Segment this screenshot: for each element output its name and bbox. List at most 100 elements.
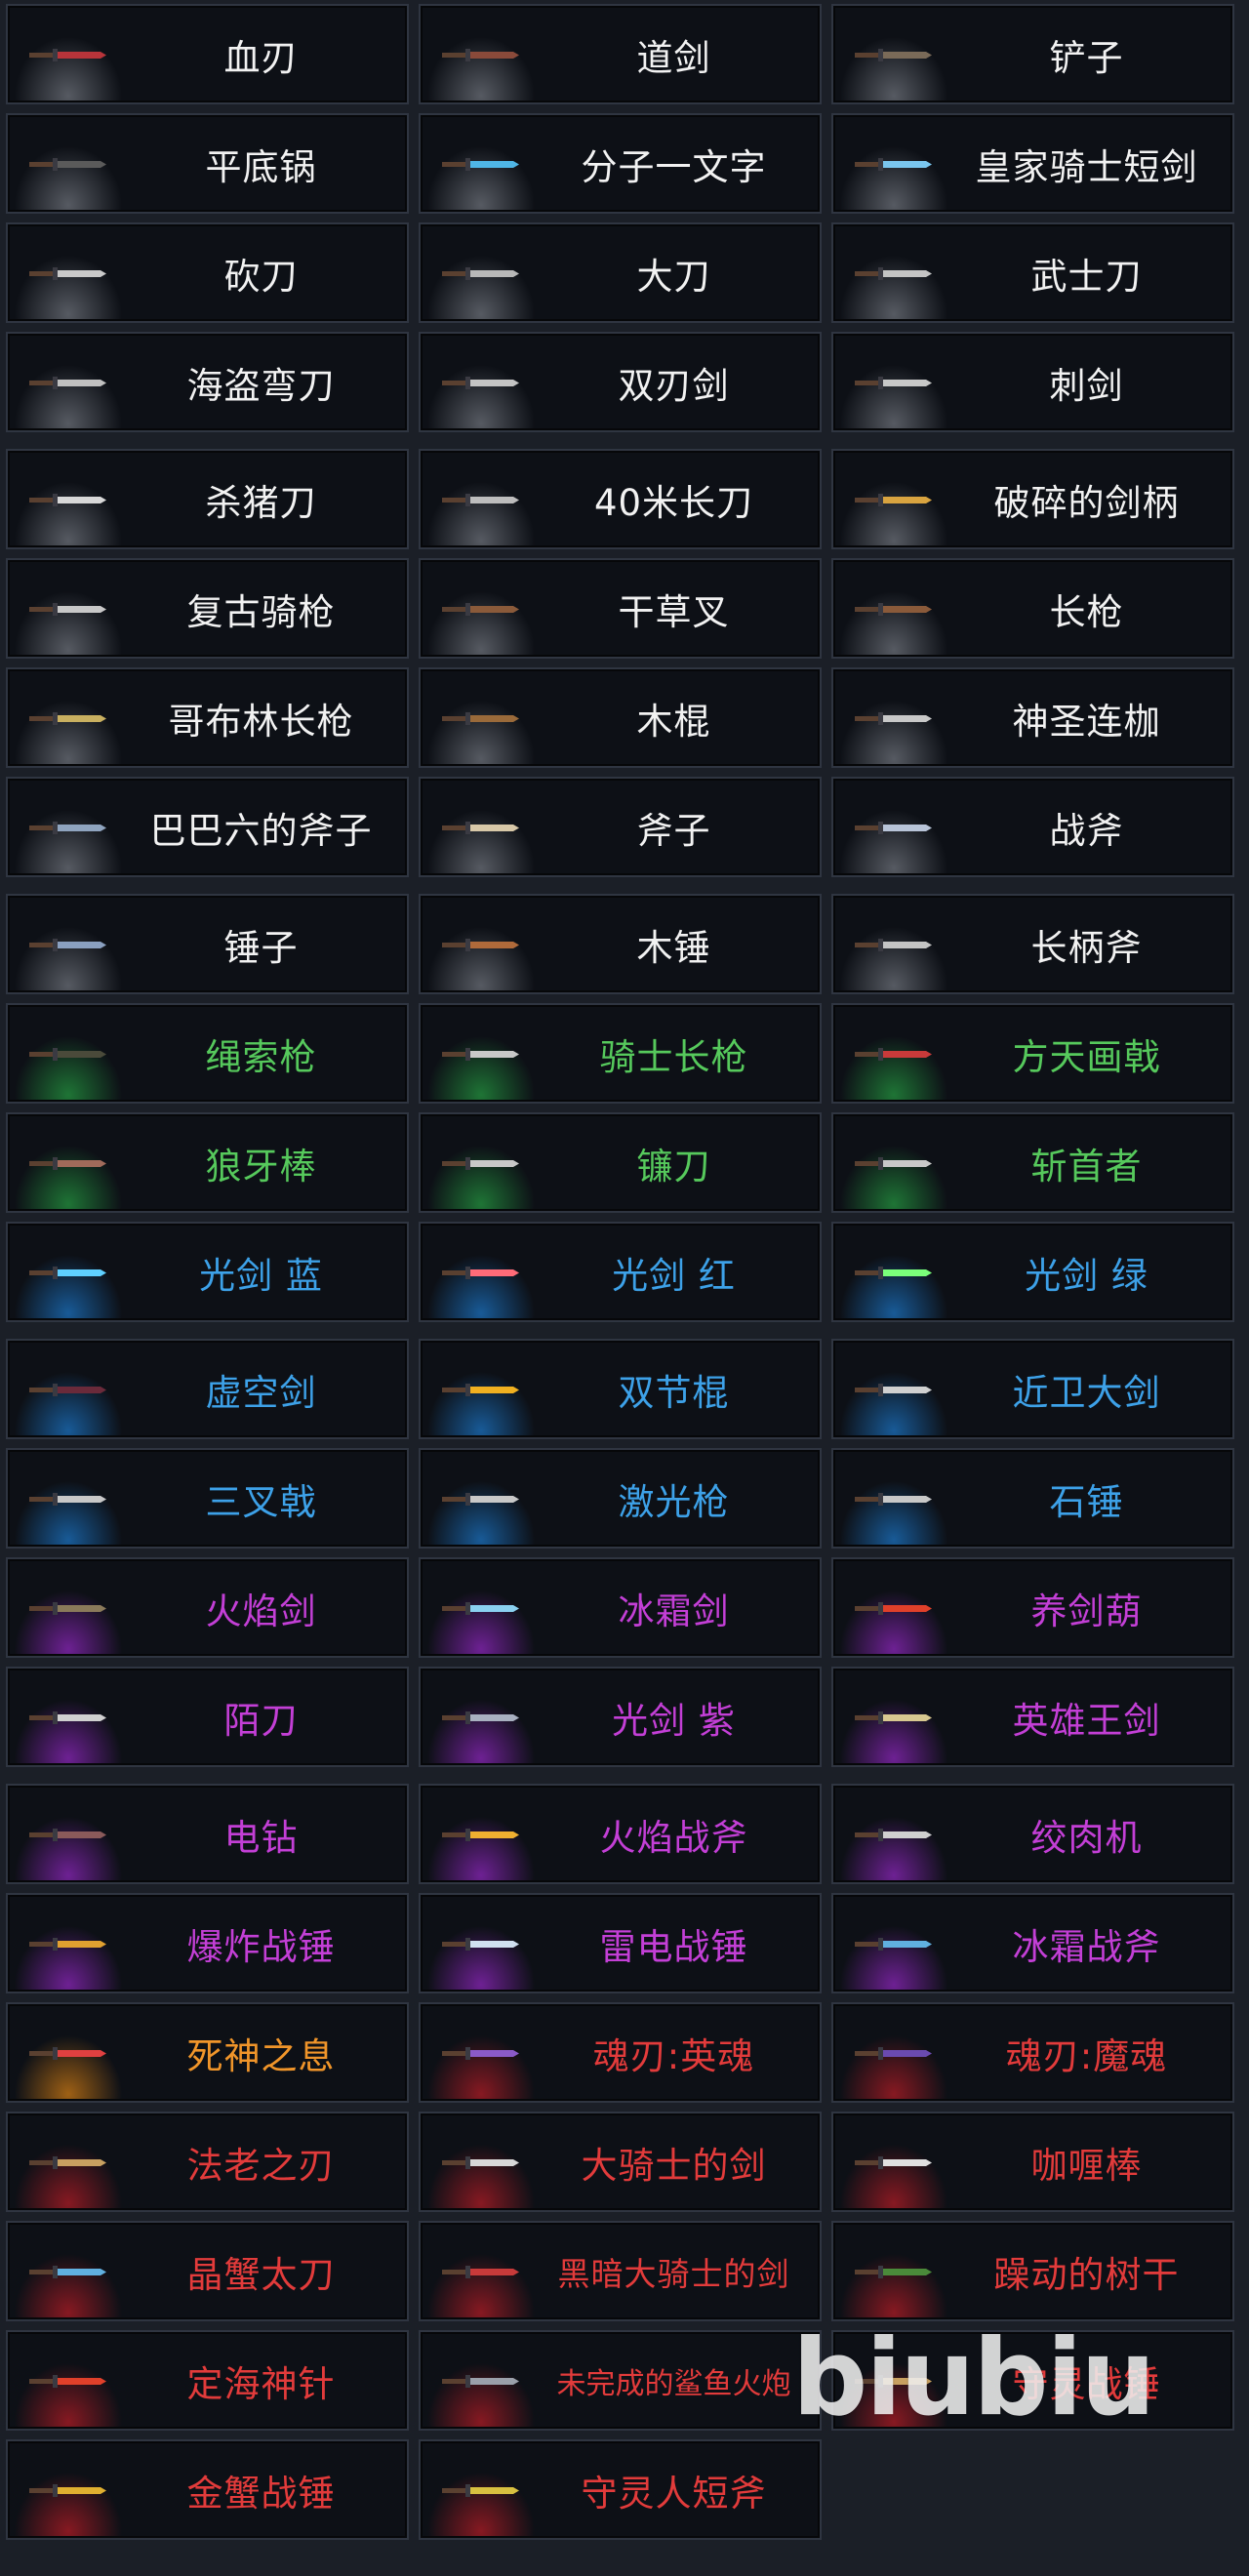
weapon-name: 守灵战锤	[1012, 2362, 1161, 2405]
weapon-card[interactable]: 咖喱棒	[831, 2112, 1234, 2212]
weapon-card[interactable]: 养剑葫	[831, 1557, 1234, 1658]
weapon-card[interactable]: 陌刀	[6, 1667, 409, 1767]
weapon-card[interactable]: 火焰剑	[6, 1557, 409, 1658]
halberd-icon	[851, 917, 933, 972]
weapon-row: 陌刀 光剑 紫 英雄王剑	[0, 1663, 1249, 1772]
weapon-card[interactable]: 锤子	[6, 894, 409, 994]
retro-lance-icon	[25, 582, 107, 636]
weapon-card[interactable]: 躁动的树干	[831, 2221, 1234, 2321]
weapon-card[interactable]: 巴巴六的斧子	[6, 777, 409, 877]
weapon-card[interactable]: 光剑 蓝	[6, 1222, 409, 1322]
weapon-card[interactable]: 长柄斧	[831, 894, 1234, 994]
weapon-card[interactable]: 骑士长枪	[419, 1003, 822, 1104]
weapon-name: 三叉戟	[205, 1480, 317, 1523]
weapon-card[interactable]: 大骑士的剑	[419, 2112, 822, 2212]
weapon-card[interactable]: 冰霜战斧	[831, 1893, 1234, 1993]
weapon-card[interactable]: 分子一文字	[419, 113, 822, 214]
weapon-card[interactable]: 爆炸战锤	[6, 1893, 409, 1993]
weapon-card[interactable]: 铲子	[831, 4, 1234, 104]
weapon-name: 爆炸战锤	[186, 1925, 336, 1968]
weapon-name: 骑士长枪	[599, 1035, 748, 1078]
babaliu-axe-icon	[25, 800, 107, 855]
weapon-card[interactable]: 守灵人短斧	[419, 2439, 822, 2540]
weapon-name: 干草叉	[618, 590, 730, 633]
weapon-name: 光剑 紫	[612, 1699, 736, 1742]
weapon-card[interactable]: 血刃	[6, 4, 409, 104]
frost-sword-icon	[438, 1581, 520, 1635]
weapon-row: 狼牙棒 镰刀 斩首者	[0, 1108, 1249, 1218]
weapon-card[interactable]: 火焰战斧	[419, 1784, 822, 1884]
weapon-name: 平底锅	[205, 145, 317, 188]
wake-warhammer-icon	[851, 2354, 933, 2408]
weapon-card[interactable]: 法老之刃	[6, 2112, 409, 2212]
weapon-card[interactable]: 战斧	[831, 777, 1234, 877]
weapon-card[interactable]: 绞肉机	[831, 1784, 1234, 1884]
weapon-card[interactable]: 斩首者	[831, 1112, 1234, 1213]
royal-knight-shortsword-icon	[851, 137, 933, 191]
weapon-card[interactable]: 雷电战锤	[419, 1893, 822, 1993]
weapon-card[interactable]: 金蟹战锤	[6, 2439, 409, 2540]
weapon-card[interactable]: 狼牙棒	[6, 1112, 409, 1213]
weapon-name: 大刀	[636, 255, 711, 298]
katana-icon	[851, 246, 933, 301]
weapon-card[interactable]: 复古骑枪	[6, 558, 409, 659]
weapon-card[interactable]: 40米长刀	[419, 449, 822, 549]
weapon-card[interactable]: 方天画戟	[831, 1003, 1234, 1104]
long-blade-icon	[438, 472, 520, 527]
weapon-card[interactable]: 皇家骑士短剑	[831, 113, 1234, 214]
weapon-grid: 血刃 道剑 铲子平底锅 分子一文字 皇家骑士短剑砍刀 大刀 武士刀海盗弯刀 双刃剑 刺剑杀猪刀 4…	[0, 0, 1249, 2576]
weapon-card[interactable]: 砍刀	[6, 222, 409, 323]
weapon-name: 哥布林长枪	[168, 700, 354, 743]
weapon-name: 守灵人短斧	[581, 2472, 767, 2515]
weapon-card[interactable]: 哥布林长枪	[6, 667, 409, 768]
weapon-card[interactable]: 海盗弯刀	[6, 332, 409, 432]
weapon-card[interactable]: 虚空剑	[6, 1339, 409, 1439]
weapon-name: 躁动的树干	[993, 2253, 1180, 2296]
weapon-card[interactable]: 近卫大剑	[831, 1339, 1234, 1439]
weapon-card[interactable]: 神圣连枷	[831, 667, 1234, 768]
weapon-card[interactable]: 大刀	[419, 222, 822, 323]
weapon-card[interactable]: 电钻	[6, 1784, 409, 1884]
weapon-card[interactable]: 双刃剑	[419, 332, 822, 432]
weapon-card[interactable]: 定海神针	[6, 2330, 409, 2431]
weapon-card[interactable]: 绳索枪	[6, 1003, 409, 1104]
weapon-card[interactable]: 镰刀	[419, 1112, 822, 1213]
weapon-card[interactable]: 魂刃:英魂	[419, 2002, 822, 2103]
weapon-card[interactable]: 英雄王剑	[831, 1667, 1234, 1767]
weapon-card[interactable]: 光剑 紫	[419, 1667, 822, 1767]
weapon-card[interactable]: 石锤	[831, 1448, 1234, 1549]
weapon-name: 斩首者	[1030, 1145, 1143, 1187]
soul-blade-demon-icon	[851, 2026, 933, 2080]
weapon-card[interactable]: 木锤	[419, 894, 822, 994]
weapon-card[interactable]: 光剑 红	[419, 1222, 822, 1322]
weapon-card[interactable]: 平底锅	[6, 113, 409, 214]
weapon-card[interactable]: 死神之息	[6, 2002, 409, 2103]
weapon-card[interactable]: 斧子	[419, 777, 822, 877]
weapon-card[interactable]: 木棍	[419, 667, 822, 768]
weapon-card[interactable]: 刺剑	[831, 332, 1234, 432]
weapon-card[interactable]: 道剑	[419, 4, 822, 104]
weapon-name: 狼牙棒	[205, 1145, 317, 1187]
weapon-name: 镰刀	[636, 1145, 711, 1187]
weapon-card[interactable]: 魂刃:魔魂	[831, 2002, 1234, 2103]
weapon-card[interactable]: 双节棍	[419, 1339, 822, 1439]
weapon-card[interactable]: 杀猪刀	[6, 449, 409, 549]
weapon-card[interactable]: 三叉戟	[6, 1448, 409, 1549]
weapon-card[interactable]: 破碎的剑柄	[831, 449, 1234, 549]
weapon-card[interactable]: 黑暗大骑士的剑	[419, 2221, 822, 2321]
weapon-card[interactable]: 晶蟹太刀	[6, 2221, 409, 2321]
weapon-name: 绳索枪	[205, 1035, 317, 1078]
mo-blade-icon	[25, 1690, 107, 1745]
weapon-card[interactable]: 干草叉	[419, 558, 822, 659]
weapon-card[interactable]: 光剑 绿	[831, 1222, 1234, 1322]
weapon-card[interactable]: 守灵战锤	[831, 2330, 1234, 2431]
wooden-staff-icon	[438, 691, 520, 745]
weapon-card[interactable]: 冰霜剑	[419, 1557, 822, 1658]
weapon-card[interactable]: 激光枪	[419, 1448, 822, 1549]
weapon-card[interactable]: 武士刀	[831, 222, 1234, 323]
weapon-card[interactable]: 未完成的鲨鱼火炮	[419, 2330, 822, 2431]
weapon-name: 魂刃:英魂	[592, 2034, 755, 2077]
weapon-card[interactable]: 长枪	[831, 558, 1234, 659]
wooden-mallet-icon	[438, 917, 520, 972]
soul-blade-hero-icon	[438, 2026, 520, 2080]
